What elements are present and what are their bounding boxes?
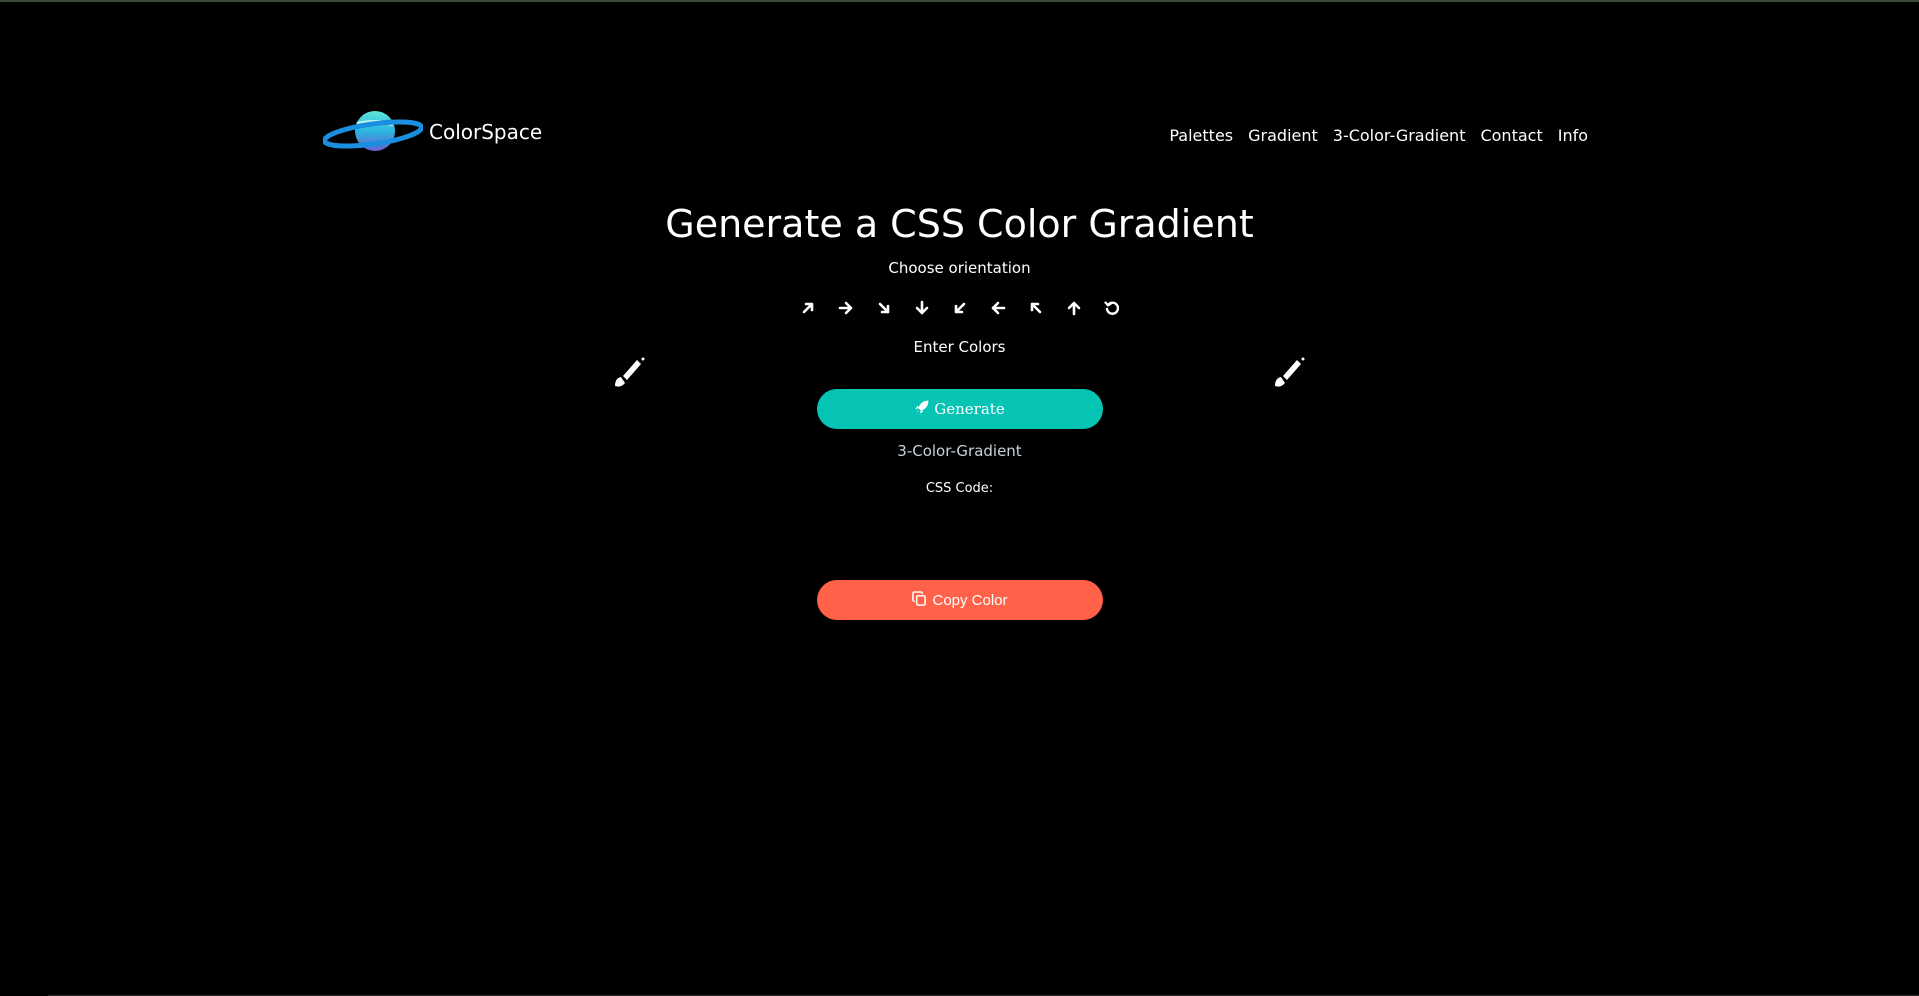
top-border [0, 0, 1919, 2]
page-title: Generate a CSS Color Gradient [665, 202, 1254, 246]
orientation-buttons [0, 297, 1919, 319]
arrow-down-icon[interactable] [911, 297, 933, 319]
main-content: Generate a CSS Color Gradient Choose ori… [0, 196, 1919, 357]
main-nav: Palettes Gradient 3-Color-Gradient Conta… [1169, 126, 1588, 145]
arrow-up-left-icon[interactable] [1025, 297, 1047, 319]
generate-label: Generate [934, 400, 1005, 418]
nav-palettes[interactable]: Palettes [1169, 126, 1233, 145]
brand-name: ColorSpace [429, 120, 543, 144]
nav-gradient[interactable]: Gradient [1248, 126, 1318, 145]
arrow-up-icon[interactable] [1063, 297, 1085, 319]
arrow-up-right-icon[interactable] [797, 297, 819, 319]
arrow-down-left-icon[interactable] [949, 297, 971, 319]
choose-orientation-label: Choose orientation [888, 259, 1031, 277]
css-code-label: CSS Code: [925, 481, 994, 496]
three-color-gradient-link[interactable]: 3-Color-Gradient [0, 442, 1919, 460]
arrow-down-right-icon[interactable] [873, 297, 895, 319]
nav-3-color-gradient[interactable]: 3-Color-Gradient [1333, 126, 1466, 145]
planet-icon [323, 110, 423, 154]
arrow-right-icon[interactable] [835, 297, 857, 319]
copy-icon [912, 590, 932, 610]
nav-contact[interactable]: Contact [1480, 126, 1542, 145]
copy-color-button[interactable]: Copy Color [817, 580, 1103, 620]
brand-logo[interactable]: ColorSpace [323, 110, 542, 154]
paint-brush-icon[interactable] [1267, 354, 1307, 394]
paint-brush-icon[interactable] [607, 354, 647, 394]
radial-refresh-icon[interactable] [1101, 297, 1123, 319]
enter-colors-label: Enter Colors [913, 338, 1006, 356]
generate-button[interactable]: Generate [817, 389, 1103, 429]
rocket-icon [915, 400, 934, 418]
nav-info[interactable]: Info [1558, 126, 1588, 145]
copy-color-label: Copy Color [932, 591, 1008, 609]
arrow-left-icon[interactable] [987, 297, 1009, 319]
